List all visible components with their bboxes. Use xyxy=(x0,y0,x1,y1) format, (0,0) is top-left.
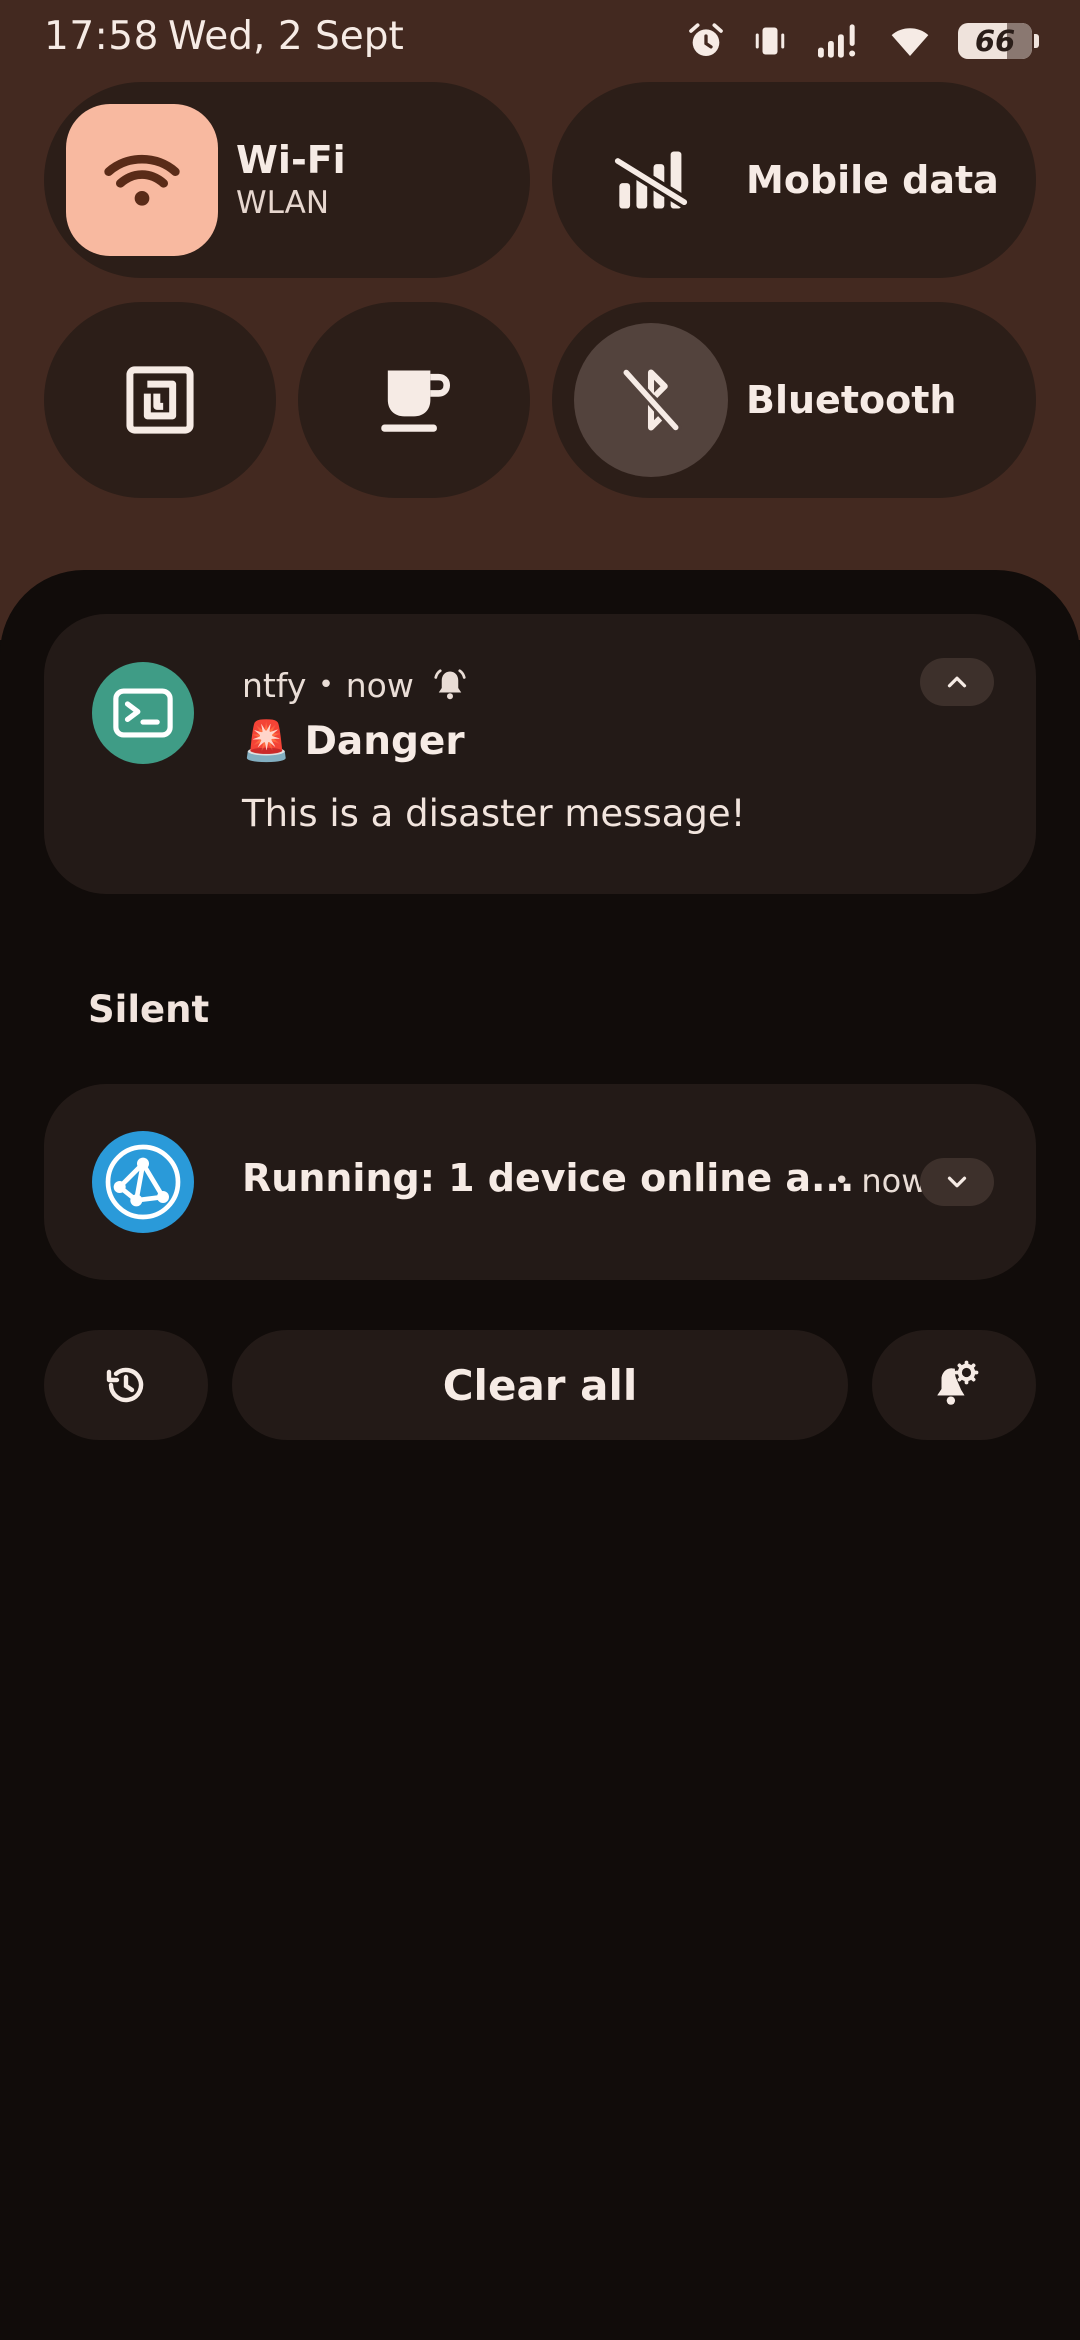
chevron-up-icon xyxy=(947,676,967,688)
chevron-down-icon xyxy=(947,1176,967,1188)
notification-history-button[interactable] xyxy=(44,1330,208,1440)
nfc-tile[interactable] xyxy=(44,302,276,498)
ntfy-notification-card[interactable]: ntfy • now 🚨 Danger This is a disaster m… xyxy=(44,614,1036,894)
ntfy-app-name: ntfy xyxy=(242,665,307,705)
wifi-tile-icon-button[interactable] xyxy=(66,104,218,256)
running-notification-time-row: • now xyxy=(834,1162,927,1200)
alarm-icon xyxy=(686,21,726,61)
separator-dot: • xyxy=(318,670,334,700)
status-time: 17:58 xyxy=(44,14,159,59)
notification-settings-button[interactable] xyxy=(872,1330,1036,1440)
history-icon xyxy=(106,1367,144,1403)
collapse-button[interactable] xyxy=(920,658,994,706)
bluetooth-tile-label: Bluetooth xyxy=(746,378,957,422)
wifi-tile[interactable]: Wi-Fi WLAN xyxy=(44,82,530,278)
wifi-icon xyxy=(888,21,932,61)
battery-level: 66 xyxy=(974,24,1016,58)
bluetooth-tile[interactable]: Bluetooth xyxy=(552,302,1036,498)
network-app-icon xyxy=(92,1131,194,1233)
running-notification-title: Running: 1 device online a... xyxy=(242,1156,855,1200)
ntfy-notification-title: Danger xyxy=(304,718,465,764)
wifi-tile-network: WLAN xyxy=(236,185,330,221)
mobile-data-tile-label: Mobile data xyxy=(746,158,999,202)
coffee-cup-icon xyxy=(381,370,451,432)
running-notification-card[interactable]: Running: 1 device online a... • now xyxy=(44,1084,1036,1280)
mobile-data-tile[interactable]: Mobile data xyxy=(552,82,1036,278)
bluetooth-tile-icon-button[interactable] xyxy=(574,323,728,477)
silent-section-header: Silent xyxy=(88,988,210,1031)
battery-icon: 66 xyxy=(958,21,1040,61)
status-icons: 66 xyxy=(686,16,1040,66)
network-graph-icon xyxy=(105,1144,181,1220)
expand-button[interactable] xyxy=(920,1158,994,1206)
notification-shade-screen: 17:58 Wed, 2 Sept 66 Wi-Fi WLAN Mobile d… xyxy=(0,0,1080,2340)
ntfy-app-icon xyxy=(92,662,194,764)
running-notification-time: now xyxy=(861,1162,928,1200)
alerting-bell-icon xyxy=(432,667,468,703)
caffeine-tile[interactable] xyxy=(298,302,530,498)
signal-icon xyxy=(814,21,862,61)
wifi-icon xyxy=(104,154,180,206)
terminal-icon xyxy=(113,688,173,738)
bluetooth-off-icon xyxy=(620,367,682,433)
ntfy-notification-time: now xyxy=(345,665,414,705)
ntfy-notification-body: This is a disaster message! xyxy=(242,792,746,835)
status-bar: 17:58 Wed, 2 Sept 66 xyxy=(0,0,1080,80)
nfc-icon xyxy=(126,366,194,434)
mobile-data-off-icon xyxy=(574,103,728,257)
notification-settings-icon xyxy=(937,1360,979,1405)
wifi-tile-label: Wi-Fi xyxy=(236,138,346,182)
ntfy-notification-header: ntfy • now xyxy=(242,660,468,710)
siren-emoji: 🚨 xyxy=(242,719,291,764)
ntfy-notification-title-row: 🚨 Danger xyxy=(242,718,465,765)
separator-dot: • xyxy=(834,1166,850,1196)
status-date: Wed, 2 Sept xyxy=(168,14,404,59)
vibrate-icon xyxy=(752,21,788,61)
clear-all-label: Clear all xyxy=(442,1360,638,1410)
clear-all-button[interactable]: Clear all xyxy=(232,1330,848,1440)
